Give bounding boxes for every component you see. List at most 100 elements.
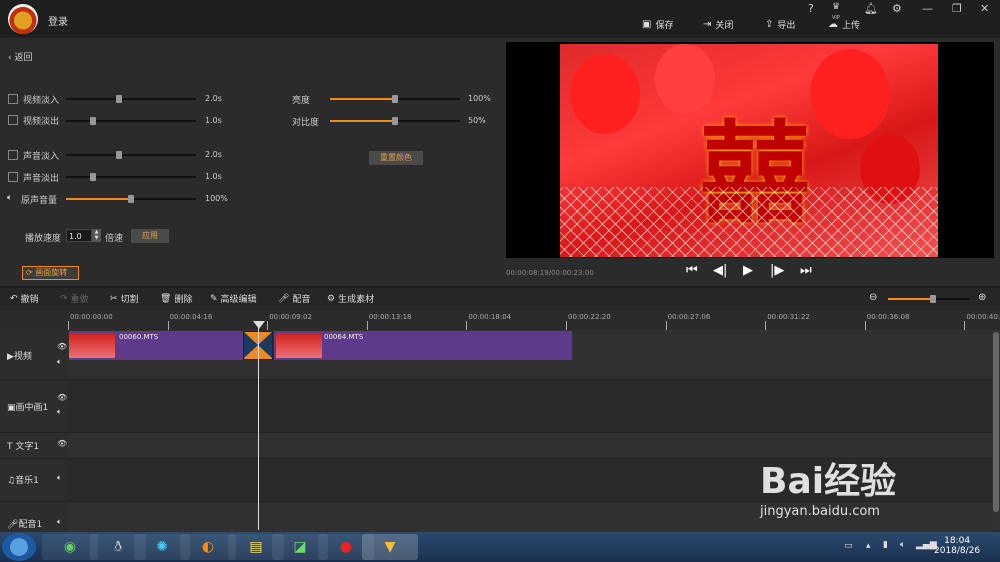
video-clip-1[interactable]: 00060.MTS [69,331,243,360]
speaker-icon[interactable]: 🔈︎ [57,473,62,483]
eye-icon[interactable]: 👁︎ [57,393,67,402]
audio-fade-in-label: 声音淡入 [23,152,60,162]
redo-button[interactable]: ↷ 重做 [60,292,89,306]
playhead[interactable] [258,322,259,530]
ruler-tick-line [366,321,368,330]
video-fade-out-label: 视频淡出 [23,117,60,127]
lantern [570,54,640,134]
volume-icon[interactable]: 🔈︎ [900,540,905,550]
start-button[interactable] [2,533,36,561]
device-icon[interactable]: ▮ [883,540,888,550]
timecode: 00:00:08:19/00:00:23:00 [506,269,594,277]
music-track-label: ♫音乐1 [7,476,39,486]
rotate-button[interactable]: ⟳ 画面旋转 [22,266,79,280]
video-fade-in-checkbox[interactable] [8,94,18,104]
undo-button[interactable]: ↶ 撤销 [10,292,39,306]
clip-thumbnail [276,333,322,358]
speaker-icon[interactable]: 🔈︎ [57,517,62,527]
slider-knob[interactable] [392,117,398,125]
pip-track[interactable] [68,380,992,433]
audio-fade-in-slider[interactable] [66,154,196,156]
eye-icon[interactable]: 👁︎ [57,342,67,351]
zoom-knob[interactable] [930,295,937,303]
slider-knob[interactable] [116,151,122,159]
minimize-icon[interactable]: — [922,2,933,15]
ruler-tick-line [466,321,468,330]
generate-material-button[interactable]: ⚙ 生成素材 [327,292,374,306]
playhead-handle[interactable] [253,321,265,329]
play-icon[interactable]: ▶︎ [743,263,753,278]
undo-icon: ↶ [10,293,18,304]
pip-track-header: ▣画中画1 👁︎ 🔈︎ [0,380,68,433]
speaker-icon[interactable]: 🔈︎ [57,407,62,417]
save-button[interactable]: ▣ 保存 [642,18,673,31]
maximize-icon[interactable]: ❐ [952,2,962,15]
pip-icon: ▣ [7,403,16,413]
trash-icon: 🗑︎ [160,293,172,304]
ruler-tick-line [864,321,866,330]
back-button[interactable]: ‹ 返回 [8,50,32,63]
slider-knob[interactable] [90,173,96,181]
system-clock[interactable]: 18:04 2018/8/26 [934,536,980,556]
back-label: 返回 [14,53,33,63]
reset-color-button[interactable]: 重置颜色 [369,151,423,165]
video-fade-out-checkbox[interactable] [8,115,18,125]
cut-button[interactable]: ✂ 切割 [110,292,139,306]
exit-icon: ⇥ [703,19,712,30]
dub-button[interactable]: 🎤︎ 配音 [278,292,310,306]
prev-frame-icon[interactable]: ◀︎| [713,263,727,278]
save-label: 保存 [655,21,674,31]
app-logo [8,4,38,34]
speed-input[interactable]: 1.0 [66,229,92,242]
slider-knob[interactable] [128,195,134,203]
slider-knob[interactable] [116,95,122,103]
export-button[interactable]: ⇪ 导出 [765,18,795,31]
audio-fade-out-checkbox[interactable] [8,172,18,182]
speaker-icon[interactable]: 🔈︎ [57,357,62,367]
original-volume-label: 原声音量 [21,196,58,206]
delete-button[interactable]: 🗑︎ 删除 [160,292,192,306]
scrollbar-thumb[interactable] [993,332,999,512]
skip-end-icon[interactable]: ⏭︎ [800,263,812,278]
video-clip-2[interactable]: 00064.MTS [274,331,572,360]
rotate-label: 画面旋转 [35,268,68,277]
music-note-icon: ♫ [7,476,16,486]
close-icon[interactable]: ✕ [980,2,989,15]
close-project-button[interactable]: ⇥ 关闭 [703,18,733,31]
video-fade-in-slider[interactable] [66,98,196,100]
speed-stepper[interactable]: ▲ ▼ [92,229,101,242]
video-fade-in-label: 视频淡入 [23,96,60,106]
audio-fade-in-checkbox[interactable] [8,150,18,160]
skip-start-icon[interactable]: ⏮︎ [686,263,698,278]
video-fade-out-slider[interactable] [66,120,196,122]
clock-time: 18:04 [944,536,971,546]
editor-app-icon[interactable]: ▼ [362,534,418,560]
brightness-label: 亮度 [292,96,311,106]
upload-label: 上传 [842,21,861,31]
slider-knob[interactable] [90,117,96,125]
advanced-edit-button[interactable]: ✎ 高级编辑 [210,292,257,306]
zoom-out-icon[interactable]: ⊖ [869,292,877,303]
audio-fade-in-value: 2.0s [205,150,222,159]
contrast-value: 50% [468,116,486,125]
audio-fade-out-slider[interactable] [66,176,196,178]
slider-knob[interactable] [392,95,398,103]
next-frame-icon[interactable]: |▶︎ [770,263,784,278]
gear-icon[interactable]: ⚙ [892,2,902,15]
bell-icon[interactable]: 🔔︎ [864,2,878,15]
zoom-in-icon[interactable]: ⊕ [978,292,986,303]
eye-icon[interactable]: 👁︎ [57,439,67,448]
help-icon[interactable]: ? [808,2,814,15]
timeline-scrollbar[interactable] [992,330,1000,530]
effects-panel [0,38,500,286]
apply-button[interactable]: 应用 [131,229,169,243]
tray-up-icon[interactable]: ▴ [866,541,871,551]
clock-date: 2018/8/26 [934,546,981,556]
speed-unit: 倍速 [105,234,124,244]
clip-name: 00060.MTS [119,333,159,341]
text-track-header: T 文字1 👁︎ [0,433,68,459]
login-link[interactable]: 登录 [48,13,68,28]
upload-button[interactable]: ☁ 上传 [828,18,860,31]
lantern [810,49,890,139]
keyboard-icon[interactable]: ▭ [844,541,853,551]
